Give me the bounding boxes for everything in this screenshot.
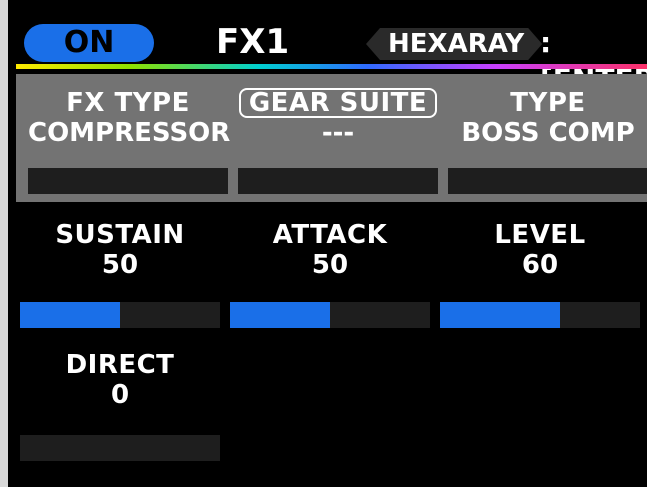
- slider-fill: [230, 302, 330, 328]
- param-value: 50: [101, 250, 139, 280]
- param-gear-suite[interactable]: GEAR SUITE ---: [238, 88, 438, 148]
- gear-suite-bar: [238, 168, 438, 194]
- param-label: TYPE: [510, 88, 586, 118]
- rainbow-divider: [16, 64, 647, 69]
- param-value: 50: [311, 250, 349, 280]
- param-fx-type[interactable]: FX TYPE COMPRESSOR: [28, 88, 231, 148]
- page-title: FX1: [216, 22, 290, 62]
- param-value: COMPRESSOR: [28, 118, 231, 148]
- param-label: ATTACK: [272, 220, 388, 250]
- param-value: ---: [321, 118, 355, 148]
- slider-fill: [440, 302, 560, 328]
- level-slider[interactable]: [440, 302, 640, 328]
- slider-fill: [20, 302, 120, 328]
- param-value: 0: [110, 380, 130, 410]
- screen: ON FX1 HEXARAY :[ENTER] FX TYPE COMPRESS…: [0, 0, 647, 487]
- fx-type-bar: [28, 168, 228, 194]
- sustain-slider[interactable]: [20, 302, 220, 328]
- param-label: LEVEL: [494, 220, 586, 250]
- type-bar: [448, 168, 647, 194]
- param-sustain[interactable]: SUSTAIN 50: [20, 220, 220, 280]
- param-label: FX TYPE: [66, 88, 190, 118]
- param-label-boxed: GEAR SUITE: [238, 88, 438, 118]
- param-attack[interactable]: ATTACK 50: [230, 220, 430, 280]
- param-label: DIRECT: [65, 350, 175, 380]
- attack-slider[interactable]: [230, 302, 430, 328]
- param-value: BOSS COMP: [461, 118, 635, 148]
- hexaray-tab[interactable]: HEXARAY: [366, 28, 542, 60]
- param-value: 60: [521, 250, 559, 280]
- direct-slider[interactable]: [20, 435, 220, 461]
- type-band: FX TYPE COMPRESSOR GEAR SUITE --- TYPE B…: [16, 74, 647, 202]
- param-level[interactable]: LEVEL 60: [440, 220, 640, 280]
- param-direct[interactable]: DIRECT 0: [20, 350, 220, 410]
- header-bar: ON FX1 HEXARAY :[ENTER]: [16, 10, 647, 95]
- on-toggle-button[interactable]: ON: [24, 24, 154, 62]
- param-type[interactable]: TYPE BOSS COMP: [448, 88, 647, 148]
- param-label: SUSTAIN: [55, 220, 185, 250]
